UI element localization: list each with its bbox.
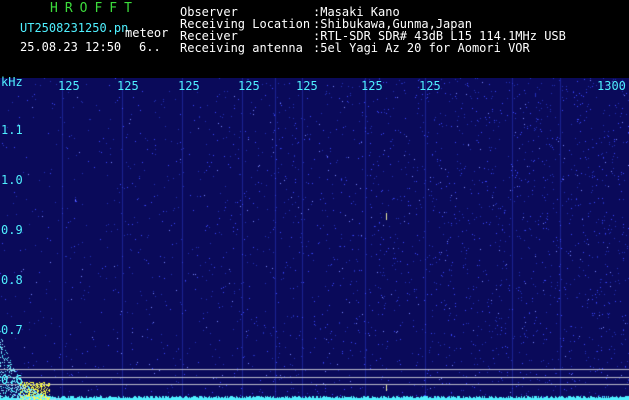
x-tick-label: 125 — [178, 79, 200, 93]
x-tick-label: 125 — [419, 79, 441, 93]
x-tick-label: 125 — [58, 79, 80, 93]
antenna-label: Receiving antenna — [180, 41, 303, 55]
x-tick-label: 125 — [361, 79, 383, 93]
x-tick-label: 125 — [296, 79, 318, 93]
y-tick-label: 0.9 — [1, 223, 23, 237]
y-axis-unit: kHz — [1, 75, 23, 89]
x-tick-label: 1300 — [597, 79, 626, 93]
x-tick-label: 125 — [117, 79, 139, 93]
y-tick-label: 0.8 — [1, 273, 23, 287]
antenna-value: :5el Yagi Az 20 for Aomori VOR — [313, 41, 530, 55]
y-tick-label: 0.7 — [1, 323, 23, 337]
spectrogram-canvas[interactable] — [0, 78, 629, 400]
mode-label: meteor — [125, 26, 169, 40]
y-tick-label: 1.1 — [1, 123, 23, 137]
y-tick-label: 1.0 — [1, 173, 23, 187]
datetime: 25.08.23 12:50 — [20, 40, 122, 54]
file-name: UT2508231250.pn — [20, 21, 129, 35]
x-tick-label: 125 — [238, 79, 260, 93]
y-tick-label: 0.6 — [1, 373, 23, 387]
count-value: 6.. — [139, 40, 161, 54]
app-brand: HROFFT — [50, 1, 139, 16]
